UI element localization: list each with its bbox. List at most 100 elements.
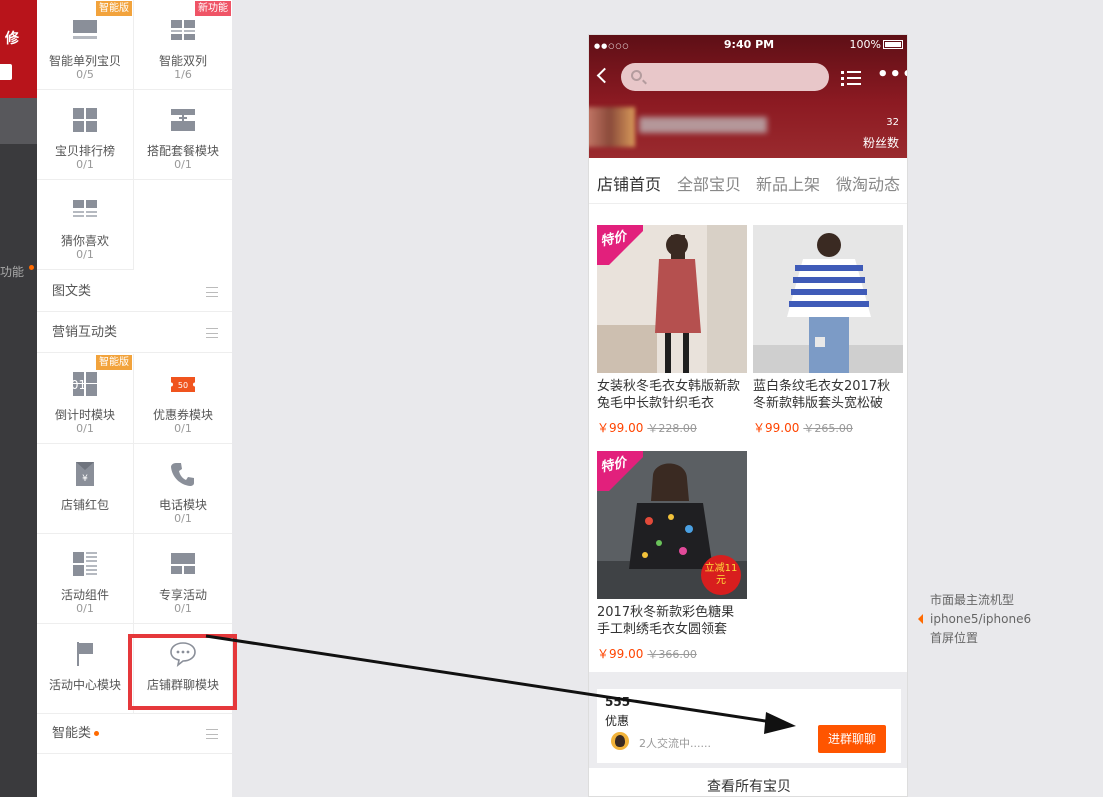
currency-symbol: ¥ [82,474,88,484]
more-icon[interactable]: ••• [877,66,907,84]
single-list-icon [73,20,97,39]
module-coupon[interactable]: 50 优惠券模块 0/1 [134,354,232,444]
tab-shop-home[interactable]: 店铺首页 [597,171,661,195]
module-count: 0/1 [174,158,192,171]
rail-active-item[interactable] [0,98,37,144]
special-price-badge: 特价 [597,225,643,265]
phone-icon [171,463,194,486]
module-name: 搭配套餐模块 [146,144,219,158]
module-name: 倒计时模块 [54,408,115,422]
module-activity-widget[interactable]: 活动组件 0/1 [37,534,134,624]
original-price: ￥366.00 [647,648,697,661]
module-count: 0/1 [174,422,192,435]
double-list-icon [171,20,195,40]
module-grid-top: 智能版 智能单列宝贝 0/5 新功能 智能双列 1/6 宝贝排行榜 0/1 搭配… [37,0,232,270]
product-image[interactable]: 特价 [597,225,747,373]
new-dot-icon [94,731,100,736]
product-price: ￥99.00 ￥228.00 [597,421,697,435]
drag-handle-icon[interactable] [206,328,218,338]
activity-widget-icon [73,552,97,576]
new-feature-badge: 新功能 [195,1,231,16]
module-count: 0/1 [76,248,94,261]
section-marketing[interactable]: 营销互动类 [37,313,232,353]
phone-preview: ●●○○○ 9:40 PM 100% ••• 32 粉丝数 店铺首页 全部宝贝 … [588,34,908,797]
rail-header: 修 [0,0,37,98]
drag-handle-icon[interactable] [206,287,218,297]
tab-all-items[interactable]: 全部宝贝 [677,171,741,195]
promo-sticker: 立减11元 [701,555,741,595]
group-chat-module: 555 优惠 2人交流中...... 进群聊聊 [589,672,907,768]
module-combo[interactable]: 搭配套餐模块 0/1 [134,90,232,180]
search-icon [631,70,642,81]
guess-like-icon [73,200,97,217]
module-name: 宝贝排行榜 [54,144,115,158]
module-name: 智能双列 [158,54,207,68]
module-ranking[interactable]: 宝贝排行榜 0/1 [37,90,134,180]
module-count: 0/1 [174,512,192,525]
ranking-grid-icon [73,108,97,132]
category-list-icon[interactable] [841,70,861,86]
module-phone[interactable]: 电话模块 0/1 [134,444,232,534]
module-name: 专享活动 [158,588,207,602]
shop-header: ●●○○○ 9:40 PM 100% ••• 32 粉丝数 [589,35,907,158]
section-smart[interactable]: 智能类 [37,714,232,754]
product-title[interactable]: 2017秋冬新款彩色糖果手工刺绣毛衣女圆领套 [597,604,747,638]
highlight-box [128,634,237,710]
red-packet-icon: ¥ [76,462,94,486]
smart-badge: 智能版 [96,1,132,16]
exclusive-activity-icon [171,553,195,574]
battery-icon [883,40,903,49]
smart-badge: 智能版 [96,355,132,370]
module-count: 0/1 [76,422,94,435]
section-image-text[interactable]: 图文类 [37,272,232,312]
flag-icon [77,642,93,666]
product-image[interactable] [753,225,903,373]
shop-name [639,117,767,133]
product-title[interactable]: 女装秋冬毛衣女韩版新款 兔毛中长款针织毛衣 [597,378,747,412]
rail-function-label[interactable]: 功能 [0,263,24,280]
drag-handle-icon[interactable] [206,729,218,739]
fans-count: 32 [886,117,899,128]
module-name: 猜你喜欢 [60,234,109,248]
fans-label: 粉丝数 [862,136,899,150]
rail-top-label: 修 [5,31,19,47]
group-chat-card[interactable]: 555 优惠 2人交流中...... 进群聊聊 [597,689,901,763]
module-name: 活动中心模块 [48,678,121,692]
original-price: ￥265.00 [803,422,853,435]
shop-tabs: 店铺首页 全部宝贝 新品上架 微淘动态 [589,158,907,204]
module-name: 店铺红包 [60,498,109,512]
product-image[interactable]: 特价 立减11元 [597,451,747,599]
section-title: 图文类 [52,284,92,299]
module-count: 0/1 [174,602,192,615]
tab-new-arrivals[interactable]: 新品上架 [756,171,820,195]
countdown-digit: 01 [72,378,86,392]
join-group-chat-button[interactable]: 进群聊聊 [818,725,886,753]
module-red-packet[interactable]: ¥ 店铺红包 [37,444,134,534]
module-name: 电话模块 [158,498,207,512]
module-name: 智能单列宝贝 [48,54,121,68]
module-countdown[interactable]: 智能版 01 倒计时模块 0/1 [37,354,134,444]
combo-icon [171,109,195,131]
module-smart-single-list[interactable]: 智能版 智能单列宝贝 0/5 [37,0,134,90]
status-bar: ●●○○○ 9:40 PM 100% [589,38,907,54]
search-input[interactable] [621,63,829,91]
first-screen-note: 市面最主流机型 iphone5/iphone6 首屏位置 [930,593,1032,645]
module-smart-double-list[interactable]: 新功能 智能双列 1/6 [134,0,232,90]
shop-logo[interactable] [589,107,635,147]
tab-weitao[interactable]: 微淘动态 [836,171,900,195]
group-number: 555 [605,695,631,709]
special-price-badge: 特价 [597,451,643,491]
back-icon[interactable] [596,67,613,84]
chat-activity-text: 2人交流中...... [639,737,711,750]
coupon-value: 50 [178,381,188,390]
coupon-icon: 50 [170,377,196,392]
module-guess-like[interactable]: 猜你喜欢 0/1 [37,180,134,270]
module-count: 0/1 [76,158,94,171]
module-activity-center[interactable]: 活动中心模块 [37,624,134,714]
product-title[interactable]: 蓝白条纹毛衣女2017秋冬新款韩版套头宽松破 [753,378,903,412]
view-all-items-link[interactable]: 查看所有宝贝 [589,768,907,796]
battery-text: 100% [849,38,881,51]
product-price: ￥99.00 ￥366.00 [597,647,697,661]
module-exclusive-activity[interactable]: 专享活动 0/1 [134,534,232,624]
rail-tab-marker[interactable] [0,64,12,80]
